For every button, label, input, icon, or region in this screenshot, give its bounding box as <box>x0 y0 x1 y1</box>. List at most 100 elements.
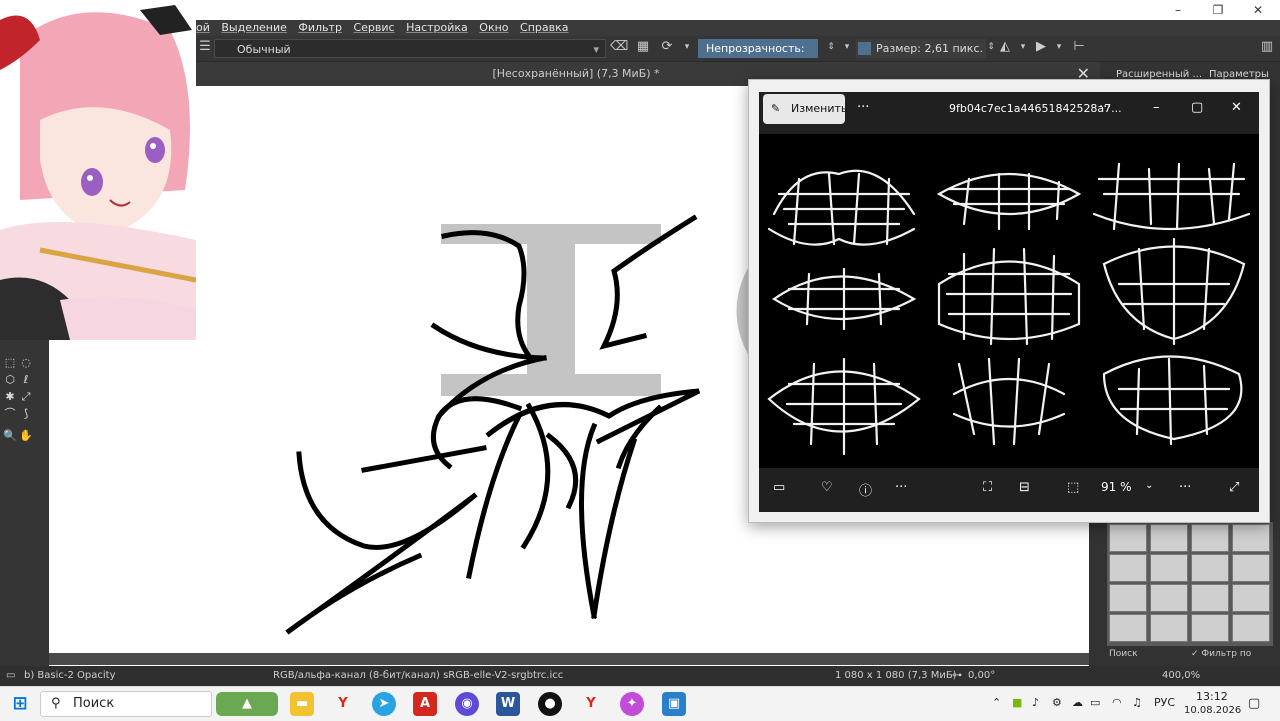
media-app-icon[interactable]: ● <box>538 692 562 716</box>
close-button[interactable]: ✕ <box>1238 0 1278 20</box>
more-options-button[interactable]: ··· <box>895 480 907 495</box>
heart-icon[interactable]: ♡ <box>821 480 833 495</box>
freehand-select-icon[interactable]: ℓ <box>19 373 33 387</box>
ellipse-select-icon[interactable]: ◌ <box>19 356 33 370</box>
menu-item-help[interactable]: Справка <box>520 20 568 36</box>
maximize-button[interactable]: ❐ <box>1198 0 1238 20</box>
info-icon[interactable]: ⓘ <box>859 480 872 499</box>
network-icon[interactable]: ▭ <box>1090 696 1100 709</box>
brush-preset[interactable] <box>1109 524 1147 552</box>
colorspace-status[interactable]: RGB/альфа-канал (8-бит/канал) sRGB-elle-… <box>273 670 563 681</box>
tray-chevron-icon[interactable]: ⌃ <box>992 696 1001 709</box>
chevron-down-icon[interactable]: ▾ <box>1014 38 1032 56</box>
telegram-icon[interactable]: ➤ <box>372 692 396 716</box>
more-options-button[interactable]: ··· <box>1099 100 1111 115</box>
magic-wand-icon[interactable]: ✱ <box>3 390 17 404</box>
word-icon[interactable]: W <box>496 692 520 716</box>
brush-preset[interactable] <box>1191 524 1229 552</box>
nvidia-icon[interactable]: ■ <box>1012 696 1022 709</box>
brush-preset[interactable] <box>1150 614 1188 642</box>
rotation-status[interactable]: 0,00° <box>968 670 995 681</box>
photos-app-icon[interactable]: ▣ <box>662 692 686 716</box>
size-slider[interactable]: Размер: 2,61 пикс. <box>856 39 986 58</box>
steam-icon[interactable]: ⚙ <box>1052 696 1062 709</box>
krita-icon[interactable]: ✦ <box>620 692 644 716</box>
zoom-icon[interactable]: 🔍 <box>3 429 17 443</box>
close-button[interactable]: ✕ <box>1231 100 1242 115</box>
menu-item-tools[interactable]: Сервис <box>353 20 394 36</box>
brush-preset[interactable] <box>1191 584 1229 612</box>
menu-item-select[interactable]: Выделение <box>221 20 287 36</box>
yandex-browser-icon[interactable]: Y <box>579 692 603 716</box>
rect-select-icon[interactable]: ⬚ <box>3 356 17 370</box>
alpha-lock-icon[interactable]: ▦ <box>634 38 652 56</box>
maximize-button[interactable]: ▢ <box>1191 100 1203 115</box>
bezier-select-icon[interactable]: ⌒ <box>3 407 17 421</box>
cloud-icon[interactable]: ☁ <box>1072 696 1083 709</box>
reload-icon[interactable]: ⟳ <box>658 38 676 56</box>
polygon-select-icon[interactable]: ⬡ <box>3 373 17 387</box>
filmstrip-icon[interactable]: ▭ <box>773 480 785 495</box>
brush-preset[interactable] <box>1232 554 1270 582</box>
mirror-horizontal-icon[interactable]: ◭ <box>996 38 1014 56</box>
more-options-button[interactable]: ··· <box>857 100 869 115</box>
clock-time[interactable]: 13:12 <box>1196 690 1228 703</box>
pdf-reader-icon[interactable]: A <box>413 692 437 716</box>
chevron-down-icon[interactable]: ▾ <box>678 38 696 56</box>
opacity-slider[interactable]: Непрозрачность: 100% <box>698 39 818 74</box>
brush-preset[interactable] <box>1109 584 1147 612</box>
menu-item-settings[interactable]: Настройка <box>406 20 468 36</box>
menu-item-filter[interactable]: Фильтр <box>298 20 342 36</box>
pan-hand-icon[interactable]: ✋ <box>19 429 33 443</box>
minimize-button[interactable]: – <box>1153 100 1160 115</box>
brush-preset[interactable] <box>1232 614 1270 642</box>
edit-button[interactable]: ✎ Изменить <box>763 94 847 124</box>
brush-preset[interactable] <box>1191 554 1229 582</box>
text-recognition-icon[interactable]: ⊟ <box>1019 480 1030 495</box>
brush-preset[interactable] <box>1109 614 1147 642</box>
notifications-icon[interactable]: ▢ <box>1248 696 1260 711</box>
fit-to-window-icon[interactable]: ⬚ <box>1067 480 1079 495</box>
brush-preset[interactable] <box>1232 524 1270 552</box>
brush-preset[interactable] <box>1150 584 1188 612</box>
volume-icon[interactable]: ♫ <box>1132 696 1142 709</box>
chevron-down-icon[interactable]: ⌄ <box>1145 480 1153 491</box>
input-language[interactable]: РУС <box>1154 696 1175 709</box>
menu-item-file[interactable]: ой <box>196 20 210 36</box>
eraser-icon[interactable]: ⌫ <box>610 38 628 56</box>
widgets-icon[interactable]: ▲ <box>216 692 278 716</box>
brush-preset[interactable] <box>1150 554 1188 582</box>
chevron-down-icon[interactable]: ▾ <box>838 38 856 56</box>
docker-panel-icon[interactable]: ▥ <box>1258 38 1276 56</box>
brush-preset-selector[interactable]: Обычный ▾ <box>214 39 606 58</box>
canvas-scrollbar[interactable] <box>49 653 1089 665</box>
more-options-button[interactable]: ··· <box>1179 480 1191 495</box>
brush-preset[interactable] <box>1150 524 1188 552</box>
chevron-down-icon[interactable]: ▾ <box>1050 38 1068 56</box>
image-size-status: 1 080 x 1 080 (7,3 МиБ) <box>835 670 957 681</box>
taskbar-search[interactable]: ⚲ Поиск <box>40 691 212 717</box>
brush-preset[interactable] <box>1232 584 1270 612</box>
magnetic-select-icon[interactable]: ⟆ <box>19 407 33 421</box>
zoom-level[interactable]: 91 % <box>1101 480 1132 494</box>
brush-preset[interactable] <box>1109 554 1147 582</box>
menu-item-window[interactable]: Окно <box>479 20 508 36</box>
similar-select-icon[interactable]: ⤢ <box>19 390 33 404</box>
file-explorer-icon[interactable]: ▬ <box>290 692 314 716</box>
clock-date[interactable]: 10.08.2026 <box>1184 705 1241 716</box>
yandex-icon[interactable]: Y <box>331 692 355 716</box>
start-icon[interactable]: ⊞ <box>8 692 32 716</box>
photo-display-area[interactable] <box>759 134 1259 468</box>
menu-icon[interactable]: ☰ <box>196 38 214 56</box>
brush-preset[interactable] <box>1191 614 1229 642</box>
wifi-icon[interactable]: ◠ <box>1112 696 1122 709</box>
obs-icon[interactable]: ◉ <box>455 692 479 716</box>
mirror-vertical-icon[interactable]: ▶ <box>1032 38 1050 56</box>
speaker-icon[interactable]: ♪ <box>1032 696 1039 709</box>
fullscreen-icon[interactable]: ⤢ <box>1229 480 1239 495</box>
wrap-around-icon[interactable]: ⊢ <box>1070 38 1088 56</box>
scan-icon[interactable]: ⛶ <box>983 480 992 495</box>
brush-search-input[interactable]: Поиск <box>1109 646 1138 662</box>
minimize-button[interactable]: – <box>1158 0 1198 20</box>
zoom-status[interactable]: 400,0% <box>1162 670 1200 681</box>
